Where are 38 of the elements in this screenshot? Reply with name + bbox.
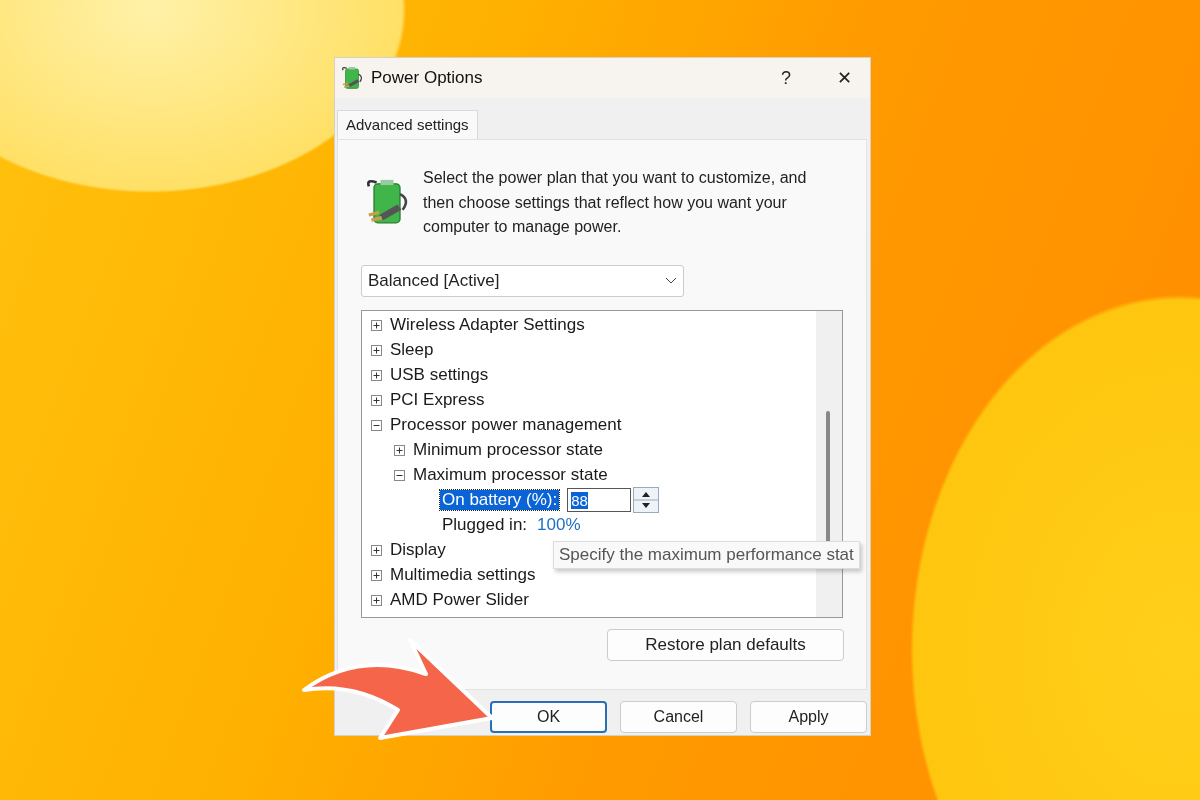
expand-icon[interactable] bbox=[371, 394, 382, 406]
dialog-button[interactable]: Cancel bbox=[620, 701, 737, 733]
tree-item[interactable]: Wireless Adapter Settings bbox=[390, 315, 585, 335]
dialog-button[interactable]: OK bbox=[490, 701, 607, 733]
close-button[interactable]: ✕ bbox=[818, 66, 870, 90]
collapse-icon[interactable] bbox=[394, 469, 405, 481]
dialog-button[interactable]: Apply bbox=[750, 701, 867, 733]
setting-label[interactable]: Plugged in: bbox=[440, 515, 530, 535]
expand-icon[interactable] bbox=[371, 319, 382, 331]
expand-icon[interactable] bbox=[371, 544, 382, 556]
tree-item[interactable]: Minimum processor state bbox=[413, 440, 603, 460]
window-title: Power Options bbox=[371, 68, 484, 88]
expand-icon[interactable] bbox=[371, 594, 382, 606]
expand-icon[interactable] bbox=[371, 369, 382, 381]
intro-text: Select the power plan that you want to customize, and then choose settings that reflect how you want your computer to manage power. bbox=[423, 168, 808, 237]
tree-item[interactable]: Processor power management bbox=[390, 415, 622, 435]
setting-value-link[interactable]: 100% bbox=[537, 515, 581, 535]
spin-arrows-icon[interactable] bbox=[633, 487, 660, 513]
tree-item[interactable]: Multimedia settings bbox=[390, 565, 536, 585]
tree-item[interactable]: USB settings bbox=[390, 365, 489, 385]
restore-defaults-button[interactable]: Restore plan defaults bbox=[607, 629, 844, 661]
expand-icon[interactable] bbox=[371, 344, 382, 356]
tree-item[interactable]: Maximum processor state bbox=[413, 465, 608, 485]
expand-icon[interactable] bbox=[371, 569, 382, 581]
tree-item[interactable]: Sleep bbox=[390, 340, 434, 360]
expand-icon[interactable] bbox=[394, 444, 405, 456]
power-plug-icon bbox=[339, 65, 365, 91]
plan-dropdown[interactable]: Balanced [Active] bbox=[361, 264, 684, 297]
tree-item[interactable]: Display bbox=[390, 540, 446, 560]
tooltip: Specify the maximum performance stat bbox=[553, 541, 860, 569]
collapse-icon[interactable] bbox=[371, 419, 382, 431]
chevron-down-icon bbox=[665, 276, 677, 285]
setting-label[interactable]: On battery (%): bbox=[440, 490, 560, 510]
help-button[interactable]: ? bbox=[760, 66, 812, 90]
tab[interactable]: Advanced settings bbox=[337, 110, 478, 139]
value-spin-field[interactable]: 88 bbox=[567, 488, 632, 512]
tree-item[interactable]: PCI Express bbox=[390, 390, 485, 410]
tree-item[interactable]: AMD Power Slider bbox=[390, 590, 529, 610]
